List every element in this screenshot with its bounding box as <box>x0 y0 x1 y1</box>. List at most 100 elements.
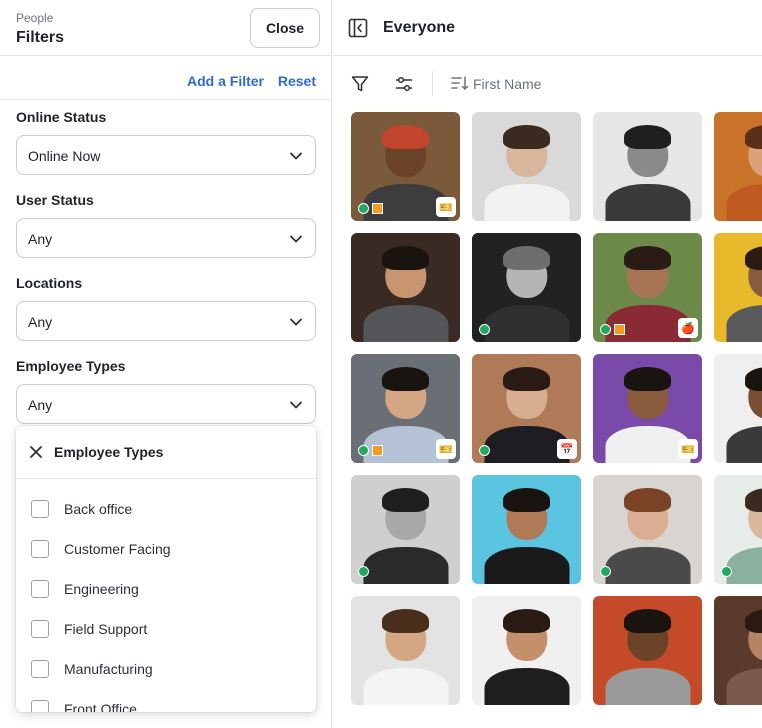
option-customer-facing[interactable]: Customer Facing <box>16 527 316 567</box>
person-card[interactable]: 🎫 <box>593 354 702 463</box>
filters-header: People Filters Close <box>0 0 332 56</box>
avatar-hair <box>623 246 672 271</box>
person-card[interactable] <box>351 596 460 705</box>
online-status-value: Online Now <box>28 148 101 164</box>
person-card[interactable] <box>714 475 762 584</box>
person-card[interactable]: 🎫 <box>351 112 460 221</box>
avatar-hair <box>744 367 762 392</box>
option-label: Customer Facing <box>64 541 171 557</box>
checkbox[interactable] <box>31 620 49 638</box>
status-badge <box>614 324 625 335</box>
person-card[interactable] <box>593 475 702 584</box>
avatar-body <box>725 304 762 342</box>
option-front-office[interactable]: Front Office <box>16 687 316 712</box>
chevron-down-icon <box>290 235 302 243</box>
person-card[interactable] <box>472 233 581 342</box>
avatar-hair <box>381 367 430 392</box>
status-badge <box>372 203 383 214</box>
option-label: Engineering <box>64 581 139 597</box>
people-panel: Everyone First Name 🎫 🍎 🎫 📅 🎫 <box>333 0 762 728</box>
online-status-icon <box>358 445 369 456</box>
avatar-hair <box>744 246 762 271</box>
avatar-body <box>483 546 570 584</box>
person-card[interactable] <box>472 596 581 705</box>
online-status-label: Online Status <box>16 109 107 125</box>
person-card[interactable] <box>714 233 762 342</box>
option-back-office[interactable]: Back office <box>16 487 316 527</box>
online-status-icon <box>358 203 369 214</box>
dropdown-title: Employee Types <box>54 444 164 460</box>
online-status-icon <box>479 445 490 456</box>
avatar-body <box>604 667 691 705</box>
avatar-body <box>362 546 449 584</box>
locations-value: Any <box>28 314 53 330</box>
person-card[interactable] <box>714 354 762 463</box>
employee-types-value: Any <box>28 397 53 413</box>
option-manufacturing[interactable]: Manufacturing <box>16 647 316 687</box>
avatar-body <box>483 183 570 221</box>
avatar-hair <box>623 488 672 513</box>
checkbox[interactable] <box>31 700 49 712</box>
page-title: Filters <box>16 29 65 46</box>
user-status-value: Any <box>28 231 53 247</box>
option-label: Front Office <box>64 701 137 712</box>
filter-actions: Add a Filter Reset <box>0 57 332 100</box>
online-status-select[interactable]: Online Now <box>16 135 316 175</box>
avatar-hair <box>623 367 672 392</box>
avatar-hair <box>623 125 672 150</box>
chevron-down-icon <box>290 152 302 160</box>
avatar-hair <box>502 609 551 634</box>
option-field-support[interactable]: Field Support <box>16 607 316 647</box>
employee-types-label: Employee Types <box>16 358 126 374</box>
online-status-icon <box>479 324 490 335</box>
close-icon[interactable] <box>29 445 43 459</box>
ticket-icon: 🎫 <box>436 197 456 217</box>
person-card[interactable] <box>351 233 460 342</box>
toolbar-divider <box>432 71 433 95</box>
user-status-select[interactable]: Any <box>16 218 316 258</box>
person-card[interactable] <box>351 475 460 584</box>
page-title: Everyone <box>383 19 456 36</box>
person-card[interactable] <box>593 596 702 705</box>
locations-select[interactable]: Any <box>16 301 316 341</box>
employee-types-select[interactable]: Any <box>16 384 316 424</box>
avatar-hair <box>744 125 762 150</box>
ticket-icon: 🎫 <box>436 439 456 459</box>
locations-label: Locations <box>16 275 83 291</box>
sort-icon <box>451 76 469 90</box>
person-card[interactable]: 🎫 <box>351 354 460 463</box>
person-card[interactable]: 🍎 <box>593 233 702 342</box>
checkbox[interactable] <box>31 580 49 598</box>
avatar-hair <box>744 488 762 513</box>
person-card[interactable]: 📅 <box>472 354 581 463</box>
sliders-icon[interactable] <box>395 75 413 93</box>
collapse-panel-icon[interactable] <box>348 18 368 38</box>
person-card[interactable] <box>593 112 702 221</box>
checkbox[interactable] <box>31 540 49 558</box>
close-button[interactable]: Close <box>250 8 320 48</box>
online-status-icon <box>600 566 611 577</box>
avatar-hair <box>623 609 672 634</box>
person-card[interactable] <box>714 596 762 705</box>
avatar-hair <box>381 609 430 634</box>
avatar-hair <box>381 488 430 513</box>
option-engineering[interactable]: Engineering <box>16 567 316 607</box>
people-header: Everyone <box>333 0 762 56</box>
avatar-body <box>725 183 762 221</box>
add-filter-link[interactable]: Add a Filter <box>187 73 264 89</box>
online-status-icon <box>600 324 611 335</box>
person-card[interactable] <box>472 475 581 584</box>
apple-icon: 🍎 <box>678 318 698 338</box>
avatar-hair <box>744 609 762 634</box>
checkbox[interactable] <box>31 500 49 518</box>
online-status-icon <box>358 566 369 577</box>
reset-link[interactable]: Reset <box>278 73 316 89</box>
grid-toolbar: First Name <box>333 57 762 107</box>
person-card[interactable] <box>714 112 762 221</box>
person-card[interactable] <box>472 112 581 221</box>
avatar-body <box>604 546 691 584</box>
filter-icon[interactable] <box>351 75 369 93</box>
breadcrumb[interactable]: People <box>16 11 53 25</box>
checkbox[interactable] <box>31 660 49 678</box>
dropdown-header: Employee Types <box>16 426 316 479</box>
